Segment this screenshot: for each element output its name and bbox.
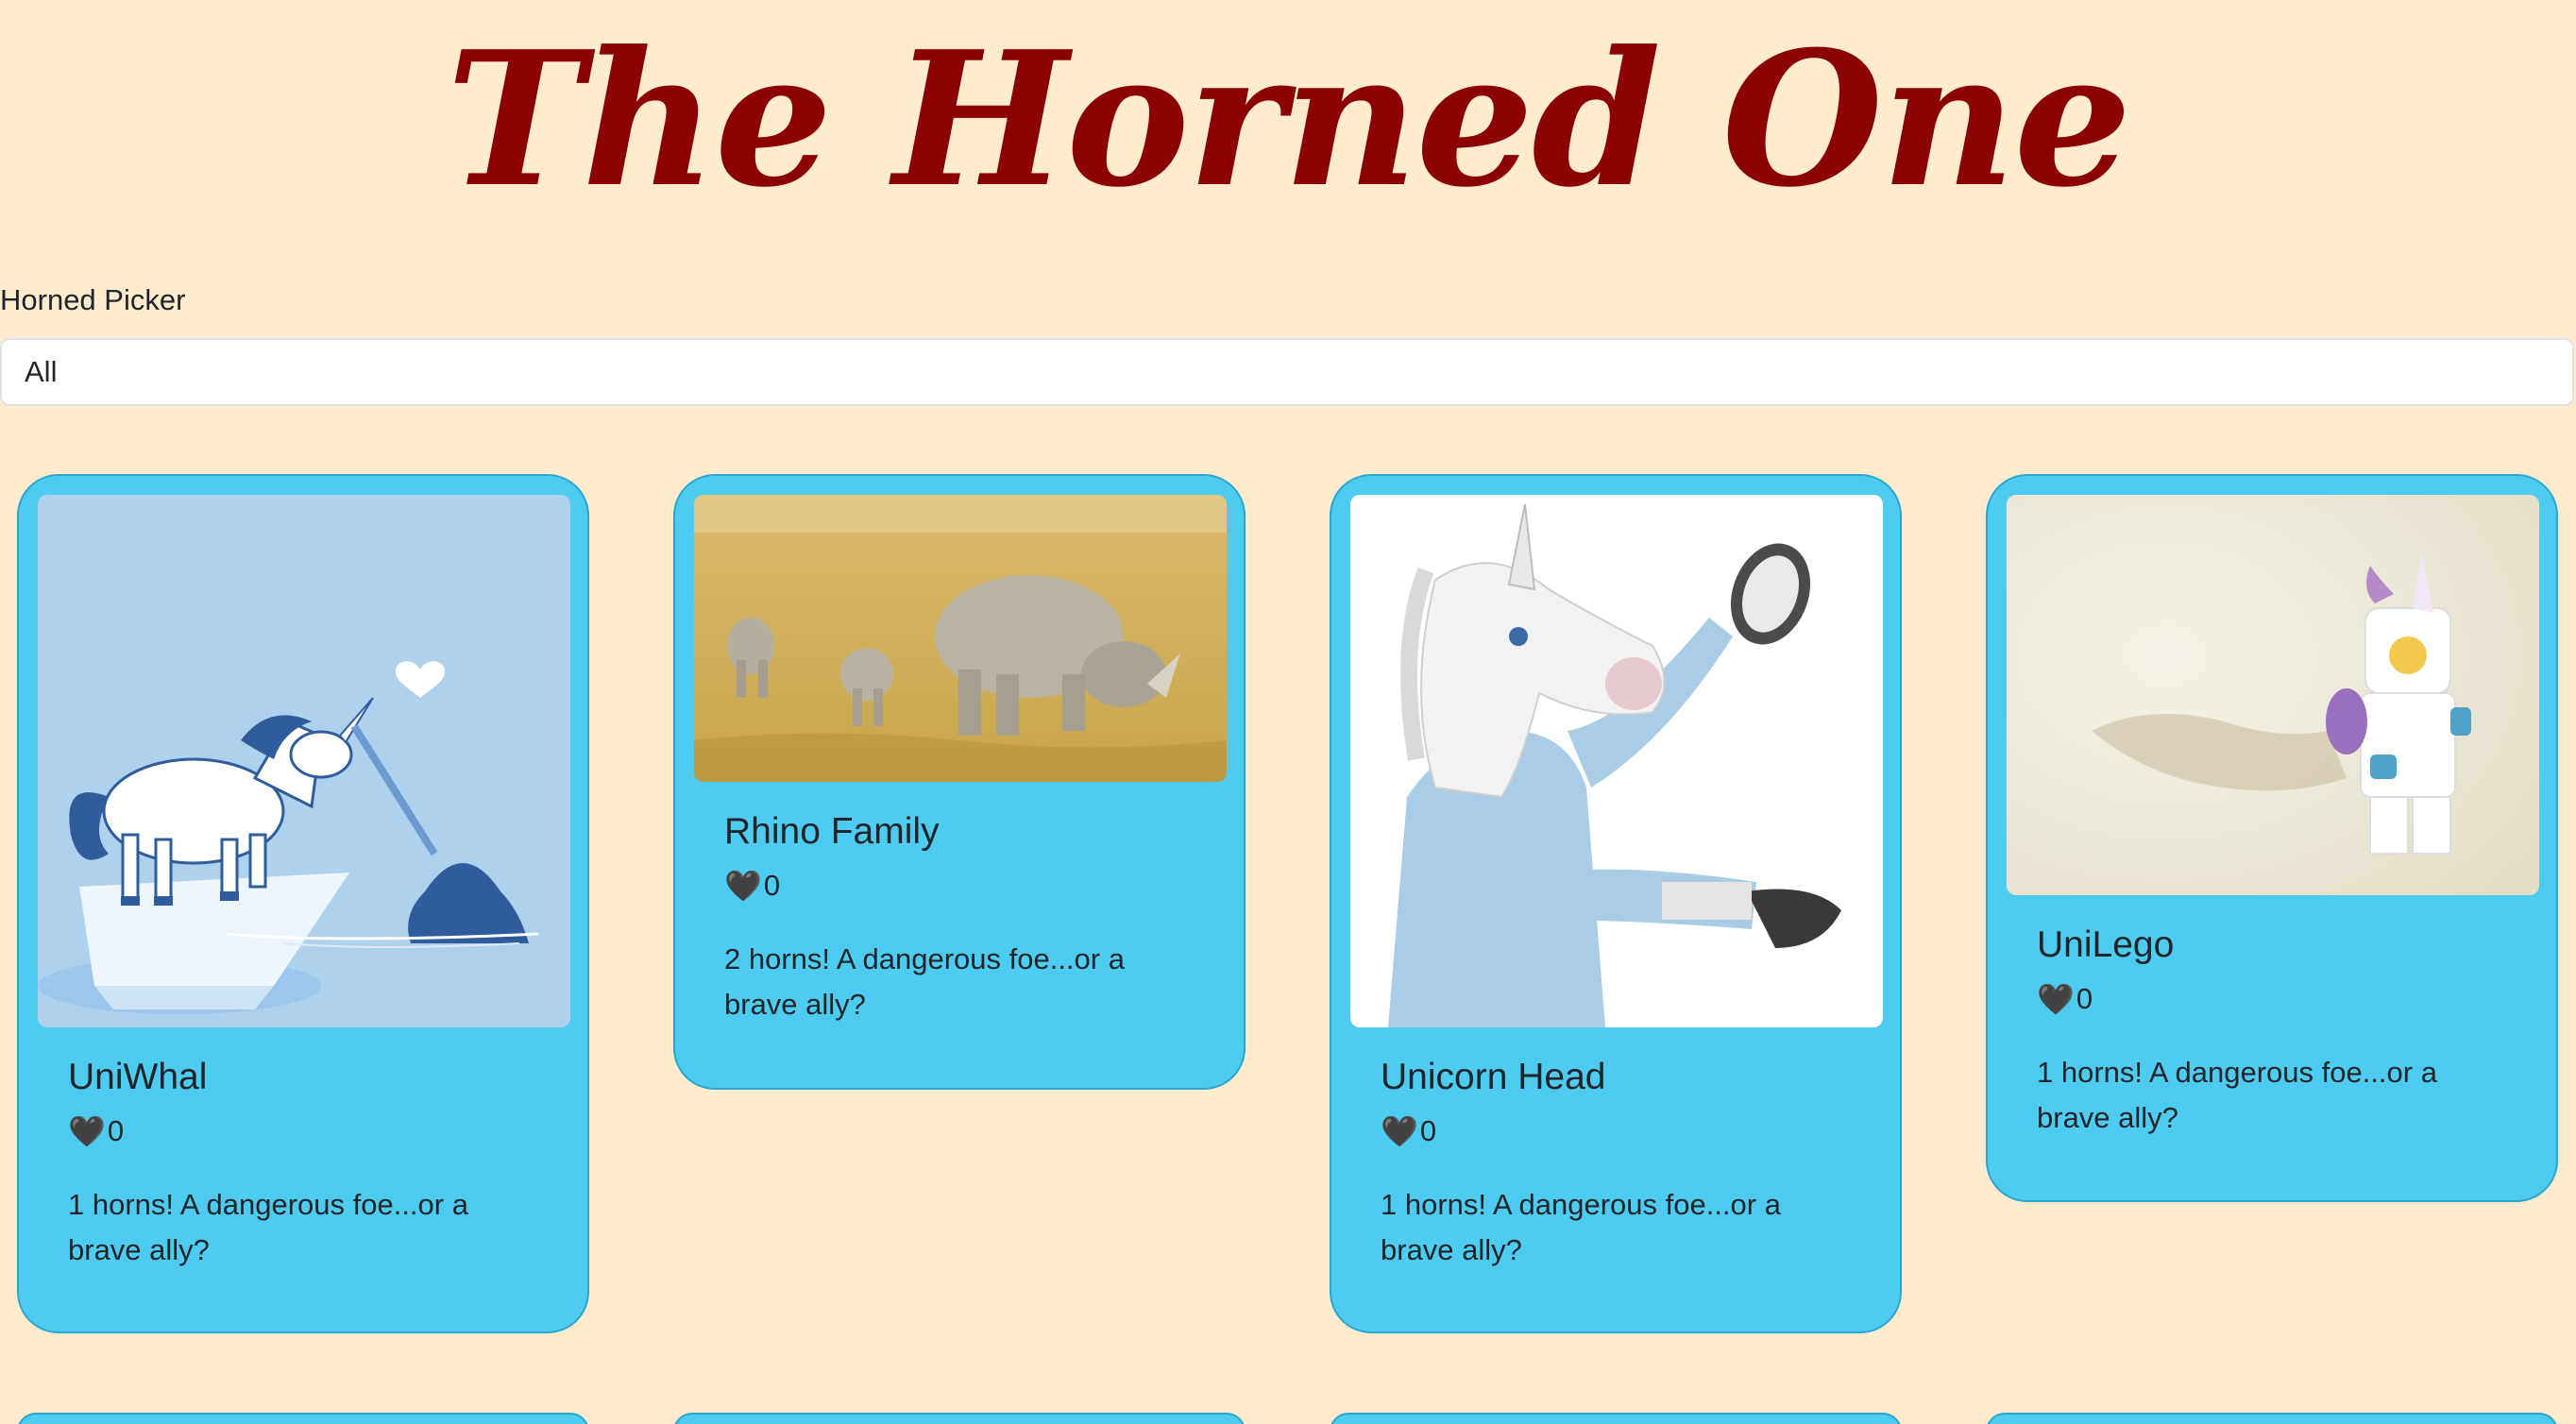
beast-description: 1 horns! A dangerous foe...or a brave al…: [2037, 1056, 2437, 1134]
page-title: The Horned One: [446, 11, 2132, 229]
beast-card-next-row[interactable]: [1330, 1413, 1902, 1424]
beast-title: Rhino Family: [724, 811, 940, 852]
beast-title: Unicorn Head: [1381, 1057, 1606, 1097]
beast-image-unilego[interactable]: [2007, 495, 2539, 895]
beast-card-next-row[interactable]: [17, 1413, 589, 1424]
beast-card-unilego[interactable]: UniLego 🖤 0 1 horns! A dangerous foe...or…: [1986, 474, 2558, 1202]
horned-picker-select[interactable]: All: [0, 338, 2574, 406]
beast-image-rhino-family[interactable]: [694, 495, 1227, 782]
likes-value: 0: [1419, 1114, 1437, 1147]
beast-card-rhino-family[interactable]: Rhino Family 🖤 0 2 horns! A dangerous foe…: [673, 474, 1246, 1090]
likes-count: 🖤 0: [68, 1112, 538, 1150]
beast-description: 1 horns! A dangerous foe...or a brave al…: [1381, 1188, 1781, 1266]
beast-card-next-row[interactable]: [1986, 1413, 2558, 1424]
black-heart-icon: 🖤: [68, 1114, 106, 1148]
beast-image-unicorn-head[interactable]: [1350, 495, 1883, 1027]
horned-picker-selected-value: All: [25, 355, 58, 388]
beast-card-next-row[interactable]: [673, 1413, 1246, 1424]
black-heart-icon: 🖤: [2037, 982, 2075, 1016]
beast-card-uniwhal[interactable]: UniWhal 🖤 0 1 horns! A dangerous foe...or…: [17, 474, 589, 1333]
likes-count: 🖤 0: [2037, 980, 2507, 1018]
beast-image-uniwhal[interactable]: [38, 495, 570, 1027]
likes-value: 0: [2076, 982, 2093, 1015]
likes-count: 🖤 0: [724, 867, 1195, 905]
likes-count: 🖤 0: [1381, 1112, 1851, 1150]
page: The Horned One Horned Picker All UniWhal…: [0, 0, 2576, 1424]
black-heart-icon: 🖤: [1381, 1114, 1418, 1148]
beast-title: UniWhal: [68, 1057, 208, 1097]
beast-description: 1 horns! A dangerous foe...or a brave al…: [68, 1188, 468, 1266]
likes-value: 0: [107, 1114, 125, 1147]
likes-value: 0: [763, 869, 781, 902]
beast-description: 2 horns! A dangerous foe...or a brave al…: [724, 942, 1125, 1021]
black-heart-icon: 🖤: [724, 869, 762, 903]
beast-card-unicorn-head[interactable]: Unicorn Head 🖤 0 1 horns! A dangerous foe…: [1330, 474, 1902, 1333]
beast-title: UniLego: [2037, 924, 2175, 965]
horned-picker-label: Horned Picker: [0, 283, 186, 316]
